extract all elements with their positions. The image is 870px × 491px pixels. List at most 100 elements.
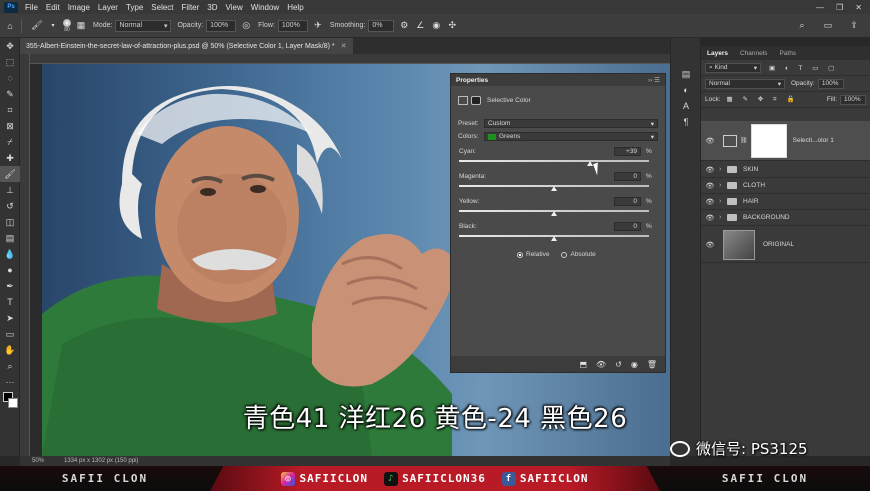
brush-preset-picker[interactable]: 80 (63, 18, 71, 33)
filter-icons[interactable]: ▣ ◐ T ▭ ▢ (769, 64, 838, 72)
home-icon[interactable]: ⌂ (4, 20, 16, 32)
flow-field[interactable]: 100% (277, 19, 308, 32)
visibility-icon[interactable]: ◉ (631, 360, 638, 369)
share-icon[interactable]: ⇪ (848, 20, 860, 32)
relative-radio[interactable] (517, 251, 523, 258)
eyedropper-tool-icon[interactable]: ⌿ (0, 134, 20, 150)
tab-layers[interactable]: Layers (701, 50, 734, 57)
eye-icon[interactable]: 👁 (701, 198, 719, 206)
hand-tool-icon[interactable]: ✋ (0, 342, 20, 358)
clip-to-layer-icon[interactable]: ⬒ (579, 360, 587, 369)
smoothing-settings-icon[interactable]: ⚙ (398, 20, 410, 32)
absolute-radio[interactable] (561, 251, 568, 258)
magenta-slider-thumb[interactable] (551, 186, 557, 191)
blend-mode-select[interactable]: Normal ▾ (705, 78, 785, 89)
tab-paths[interactable]: Paths (773, 50, 802, 57)
history-panel-icon[interactable]: ▤ (671, 66, 701, 82)
eye-icon[interactable]: 👁 (701, 166, 719, 174)
crop-tool-icon[interactable]: ⌗ (0, 102, 20, 118)
gradient-tool-icon[interactable]: ▤ (0, 230, 20, 246)
chevron-down-icon[interactable]: ▾ (47, 20, 59, 32)
brush-tool-icon[interactable]: 🖌 (31, 20, 43, 32)
menu-select[interactable]: Select (147, 3, 177, 12)
brush-tool-icon[interactable]: 🖌 (0, 166, 20, 182)
minimize-icon[interactable]: — (816, 3, 824, 12)
magenta-value[interactable]: 0 (614, 172, 641, 181)
frame-tool-icon[interactable]: ⊠ (0, 118, 20, 134)
view-previous-icon[interactable]: 👁 (596, 360, 606, 369)
history-brush-icon[interactable]: ↺ (0, 198, 20, 214)
eye-icon[interactable]: 👁 (701, 241, 719, 249)
reset-icon[interactable]: ↺ (615, 360, 622, 369)
eraser-tool-icon[interactable]: ◫ (0, 214, 20, 230)
cyan-slider-track[interactable] (459, 160, 649, 162)
facebook-handle[interactable]: f SAFIICLON (501, 471, 589, 486)
eye-icon[interactable]: 👁 (701, 182, 719, 190)
layer-mask-thumbnail[interactable] (750, 123, 787, 158)
opacity-field[interactable]: 100% (206, 19, 237, 32)
black-slider-thumb[interactable] (551, 236, 557, 241)
lock-icons[interactable]: ▦ ✎ ✥ ⌗ 🔒 (727, 95, 799, 104)
clone-stamp-icon[interactable]: ⊥ (0, 182, 20, 198)
expand-caret-icon[interactable]: › (719, 214, 727, 221)
menu-edit[interactable]: Edit (42, 3, 64, 12)
lasso-tool-icon[interactable]: ◌ (0, 70, 20, 86)
eye-icon[interactable]: 👁 (701, 137, 719, 145)
expand-caret-icon[interactable]: › (719, 182, 727, 189)
layer-group-cloth[interactable]: 👁 › CLOTH (701, 178, 870, 194)
cyan-value[interactable]: +39 (614, 147, 641, 156)
yellow-value[interactable]: 0 (614, 197, 641, 206)
tiktok-handle[interactable]: ♪ SAFIICLON36 (384, 471, 486, 486)
blur-tool-icon[interactable]: 💧 (0, 246, 20, 262)
paragraph-panel-icon[interactable]: ¶ (671, 114, 701, 130)
menu-help[interactable]: Help (283, 3, 307, 12)
instagram-handle[interactable]: ◎ SAFIICLON (281, 471, 368, 486)
quick-select-tool-icon[interactable]: ✎ (0, 86, 20, 102)
link-icon[interactable]: ⛓ (740, 137, 748, 144)
expand-caret-icon[interactable]: › (719, 198, 727, 205)
fill-field[interactable]: 100% (840, 94, 866, 105)
rectangle-tool-icon[interactable]: ▭ (0, 326, 20, 342)
menu-type[interactable]: Type (122, 3, 147, 12)
move-tool-icon[interactable]: ✥ (0, 38, 20, 54)
airbrush-icon[interactable]: ✈ (312, 20, 324, 32)
pressure-size-icon[interactable]: ◉ (430, 20, 442, 32)
panel-menu-icon[interactable]: ›› ☰ (648, 76, 660, 84)
filter-kind-select[interactable]: ⌕ Kind ▾ (705, 62, 761, 73)
black-value[interactable]: 0 (614, 222, 641, 231)
tab-channels[interactable]: Channels (734, 50, 773, 57)
menu-3d[interactable]: 3D (203, 3, 221, 12)
layer-opacity-field[interactable]: 100% (817, 78, 844, 89)
brush-settings-icon[interactable]: ▦ (75, 20, 87, 32)
angle-icon[interactable]: ∠ (414, 20, 426, 32)
menu-file[interactable]: File (21, 3, 42, 12)
close-tab-icon[interactable]: ✕ (341, 42, 347, 50)
symmetry-icon[interactable]: ✣ (446, 20, 458, 32)
mask-icon[interactable] (471, 96, 481, 105)
document-tab[interactable]: 355-Albert-Einstein-the-secret-law-of-at… (20, 38, 353, 54)
yellow-slider-thumb[interactable] (551, 211, 557, 216)
type-tool-icon[interactable]: T (0, 294, 20, 310)
dodge-tool-icon[interactable]: ● (0, 262, 20, 278)
path-select-icon[interactable]: ➤ (0, 310, 20, 326)
zoom-tool-icon[interactable]: ⌕ (0, 358, 20, 374)
marquee-tool-icon[interactable]: ⬚ (0, 54, 20, 70)
edit-toolbar-icon[interactable]: ··· (0, 374, 20, 390)
close-icon[interactable]: ✕ (855, 3, 862, 12)
menu-filter[interactable]: Filter (178, 3, 204, 12)
smoothing-field[interactable]: 0% (368, 19, 395, 32)
menu-image[interactable]: Image (64, 3, 94, 12)
workspace-icon[interactable]: ▭ (822, 20, 834, 32)
mode-select[interactable]: Normal ▾ (115, 19, 172, 32)
pen-tool-icon[interactable]: ✒ (0, 278, 20, 294)
adjustments-panel-icon[interactable]: ◐ (671, 82, 701, 98)
layer-group-background[interactable]: 👁 › BACKGROUND (701, 210, 870, 226)
delete-icon[interactable]: 🗑 (647, 360, 657, 369)
expand-caret-icon[interactable]: › (719, 166, 727, 173)
zoom-level[interactable]: 50% (32, 458, 44, 464)
pressure-opacity-icon[interactable]: ◎ (240, 20, 252, 32)
menu-view[interactable]: View (222, 3, 247, 12)
layer-group-hair[interactable]: 👁 › HAIR (701, 194, 870, 210)
menu-layer[interactable]: Layer (94, 3, 122, 12)
healing-brush-icon[interactable]: ✚ (0, 150, 20, 166)
